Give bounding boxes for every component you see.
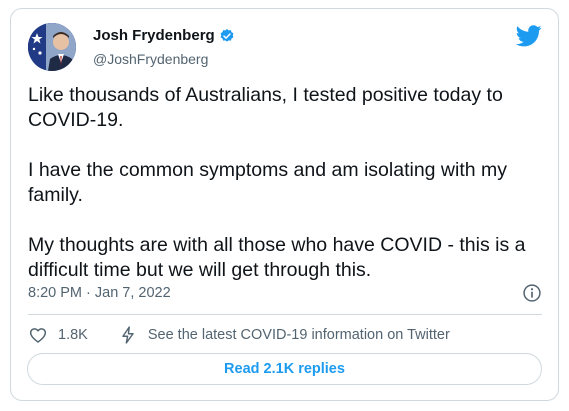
like-count: 1.8K xyxy=(58,327,88,343)
verified-badge-icon xyxy=(220,28,234,42)
like-button[interactable]: 1.8K xyxy=(28,325,88,345)
tweet-paragraph: My thoughts are with all those who have … xyxy=(28,234,526,281)
divider xyxy=(28,314,542,315)
covid-info-link[interactable]: See the latest COVID-19 information on T… xyxy=(118,325,450,345)
covid-info-label: See the latest COVID-19 information on T… xyxy=(147,327,450,343)
info-icon[interactable] xyxy=(522,283,542,303)
author-name-row: Josh Frydenberg xyxy=(93,27,235,44)
read-replies-button[interactable]: Read 2.1K replies xyxy=(27,353,542,385)
tweet-timestamp[interactable]: 8:20 PM · Jan 7, 2022 xyxy=(28,285,171,301)
twitter-bird-icon[interactable] xyxy=(516,25,542,47)
tweet-card: Josh Frydenberg @JoshFrydenberg Like tho… xyxy=(10,8,559,401)
author-handle[interactable]: @JoshFrydenberg xyxy=(93,51,208,67)
lightning-icon xyxy=(122,326,134,344)
avatar-image xyxy=(28,23,76,71)
action-bar: 1.8K See the latest COVID-19 information… xyxy=(28,324,450,346)
tweet-paragraph: Like thousands of Australians, I tested … xyxy=(28,84,503,131)
tweet-text: Like thousands of Australians, I tested … xyxy=(28,83,548,308)
tweet-paragraph: I have the common symptoms and am isolat… xyxy=(28,159,508,206)
heart-icon xyxy=(29,328,47,343)
author-name[interactable]: Josh Frydenberg xyxy=(93,27,215,44)
avatar[interactable] xyxy=(28,23,76,71)
